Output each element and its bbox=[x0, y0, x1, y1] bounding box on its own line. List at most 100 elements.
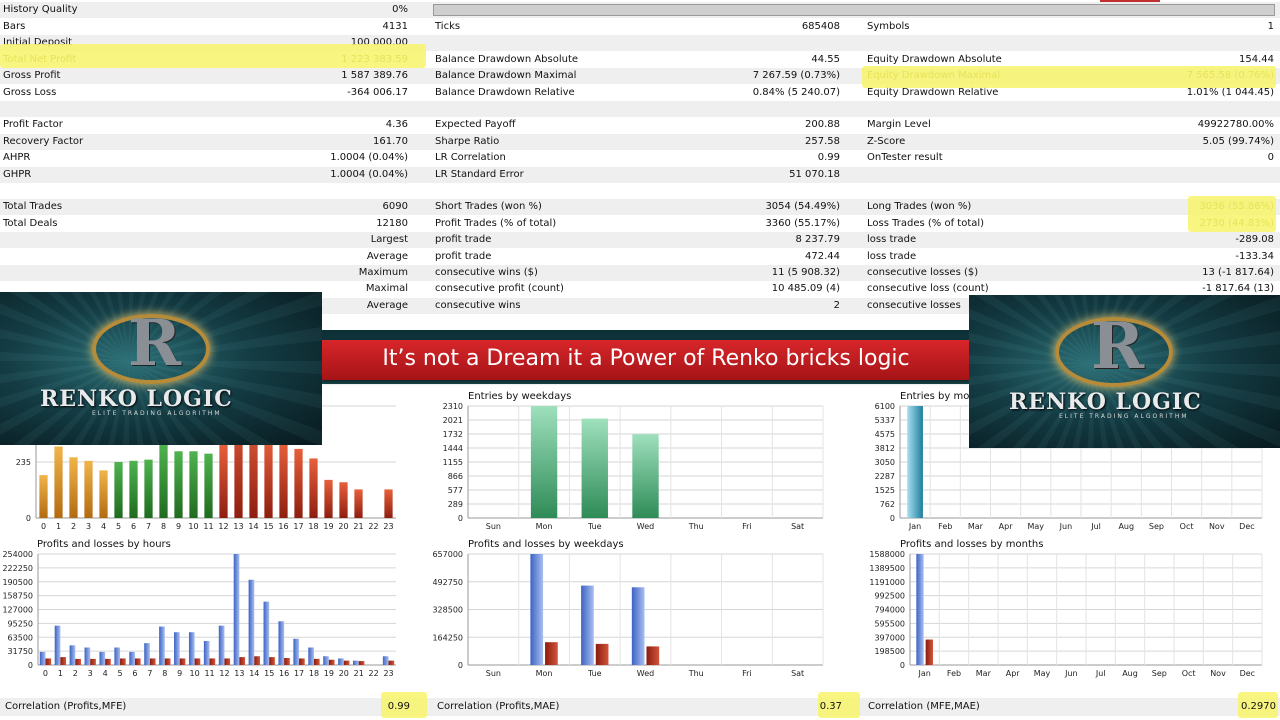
x-tick-label: 1 bbox=[58, 669, 63, 678]
x-tick-label: 3 bbox=[88, 669, 93, 678]
y-tick-label: 6100 bbox=[875, 402, 895, 411]
bar bbox=[279, 441, 288, 518]
x-tick-label: Fri bbox=[742, 522, 752, 531]
bar bbox=[159, 444, 168, 518]
x-tick-label: 6 bbox=[132, 669, 137, 678]
loss-bar bbox=[239, 657, 246, 665]
metric-value: 257.58 bbox=[805, 135, 840, 147]
bar bbox=[581, 418, 608, 518]
x-tick-label: Jul bbox=[1095, 669, 1106, 678]
y-tick-label: 2287 bbox=[875, 472, 895, 481]
x-tick-label: 23 bbox=[383, 522, 393, 531]
report-row: Total Trades 6090 Short Trades (won %) 3054… bbox=[0, 199, 1280, 216]
history-quality-bar bbox=[433, 4, 1275, 16]
metric-value: 4131 bbox=[382, 21, 408, 32]
x-tick-label: 16 bbox=[278, 522, 288, 531]
x-tick-label: Feb bbox=[938, 522, 952, 531]
x-tick-label: Aug bbox=[1118, 522, 1134, 531]
x-tick-label: Apr bbox=[1006, 669, 1021, 678]
bar bbox=[84, 460, 93, 518]
y-tick-label: 2310 bbox=[443, 402, 463, 411]
metric-value bbox=[1020, 167, 1274, 183]
logo-tagline: ELITE TRADING ALGORITHM bbox=[92, 410, 222, 417]
profit-bar bbox=[263, 601, 270, 665]
y-tick-label: 794000 bbox=[874, 606, 905, 615]
loss-bar bbox=[646, 646, 660, 665]
loss-bar bbox=[388, 660, 395, 665]
metric-value: -133.34 bbox=[1235, 250, 1274, 262]
y-tick-label: 492750 bbox=[432, 578, 463, 587]
metric-value: 11 (5 908.32) bbox=[771, 267, 840, 278]
x-tick-label: 5 bbox=[116, 522, 121, 531]
x-tick-label: Mon bbox=[536, 669, 553, 678]
profit-bar bbox=[188, 632, 195, 665]
loss-bar bbox=[925, 639, 933, 665]
profit-bar bbox=[54, 625, 61, 665]
loss-bar bbox=[164, 658, 171, 665]
bar bbox=[114, 462, 123, 518]
loss-bar bbox=[149, 658, 156, 665]
y-tick-label: 0 bbox=[900, 661, 905, 670]
logo-tagline: ELITE TRADING ALGORITHM bbox=[1059, 413, 1189, 420]
profit-bar bbox=[159, 626, 165, 665]
chart-svg: 0 289 577 866 1155 1444 1732 2021 2310 Sun Mon Tue W… bbox=[443, 402, 824, 531]
profit-bar bbox=[218, 625, 225, 665]
profit-bar bbox=[69, 645, 76, 665]
x-tick-label: 4 bbox=[101, 522, 106, 531]
profit-bar bbox=[129, 651, 135, 665]
bar bbox=[264, 439, 273, 518]
metric-value: 44.55 bbox=[811, 53, 840, 65]
bar bbox=[294, 448, 303, 518]
metric-value: 1.0004 (0.04%) bbox=[330, 152, 408, 164]
x-tick-label: Jun bbox=[1064, 669, 1078, 678]
x-tick-label: 8 bbox=[161, 522, 166, 531]
x-tick-label: 7 bbox=[146, 522, 151, 531]
x-tick-label: 13 bbox=[234, 669, 244, 678]
bar bbox=[204, 453, 213, 518]
x-tick-label: 5 bbox=[117, 669, 122, 678]
profit-bar bbox=[382, 656, 389, 665]
y-tick-label: 222250 bbox=[2, 564, 33, 573]
x-tick-label: 17 bbox=[293, 522, 303, 531]
metric-value: 10 485.09 (4) bbox=[771, 283, 840, 295]
metric-value: 4.36 bbox=[385, 119, 408, 131]
profit-bar bbox=[323, 656, 329, 665]
profit-bar bbox=[99, 651, 106, 665]
metric-value: 1 bbox=[1267, 21, 1274, 32]
x-tick-label: Dec bbox=[1240, 669, 1255, 678]
x-tick-label: 19 bbox=[323, 522, 333, 531]
report-row bbox=[0, 183, 1280, 199]
x-tick-label: Sep bbox=[1152, 669, 1167, 678]
y-tick-label: 190500 bbox=[2, 578, 33, 587]
metric-value bbox=[200, 249, 408, 265]
y-tick-label: 127000 bbox=[2, 606, 33, 615]
x-tick-label: Mar bbox=[976, 669, 992, 678]
metric-value bbox=[200, 265, 408, 281]
profit-bar bbox=[174, 632, 180, 665]
loss-bar bbox=[120, 658, 126, 665]
loss-bar bbox=[194, 658, 201, 665]
y-tick-label: 657000 bbox=[432, 550, 463, 559]
loss-bar bbox=[343, 660, 350, 665]
x-tick-label: 4 bbox=[103, 669, 108, 678]
bar bbox=[354, 489, 363, 518]
metric-value bbox=[600, 35, 840, 51]
metric-value: 0.84% (5 240.07) bbox=[752, 86, 840, 98]
metric-value: 6090 bbox=[382, 201, 408, 213]
chart-svg: 0 198500 397000 595500 794000 992500 1191000 13… bbox=[869, 550, 1263, 678]
bar bbox=[219, 444, 228, 518]
bar bbox=[99, 470, 108, 518]
y-tick-label: 992500 bbox=[874, 592, 905, 601]
y-tick-label: 3812 bbox=[875, 444, 895, 453]
x-tick-label: 12 bbox=[219, 669, 229, 678]
metric-value: -289.08 bbox=[1235, 234, 1274, 246]
x-tick-label: 22 bbox=[368, 522, 378, 531]
x-tick-label: 10 bbox=[190, 669, 200, 678]
x-tick-label: Oct bbox=[1182, 669, 1196, 678]
window-accent-line bbox=[1100, 0, 1160, 2]
bar bbox=[530, 406, 558, 518]
y-tick-label: 198500 bbox=[874, 647, 905, 656]
loss-bar bbox=[299, 658, 305, 665]
loss-bar bbox=[134, 658, 141, 665]
x-tick-label: Fri bbox=[742, 669, 752, 678]
